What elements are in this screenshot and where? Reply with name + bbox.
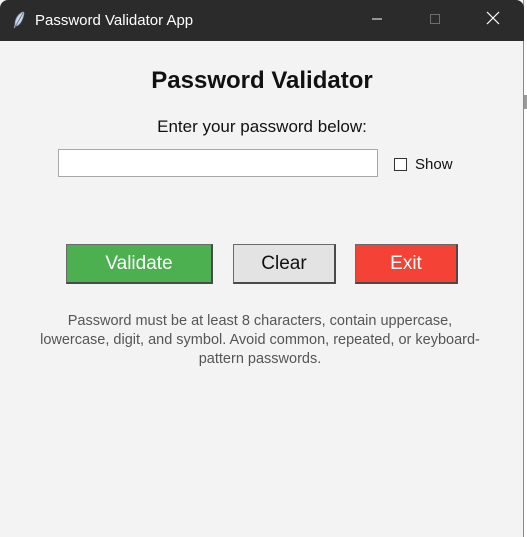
title-bar[interactable]: Password Validator App: [0, 0, 524, 41]
window-title: Password Validator App: [35, 12, 194, 29]
password-prompt-label: Enter your password below:: [157, 117, 367, 136]
app-window: Password Validator App Password Validato…: [0, 0, 524, 537]
maximize-icon: [429, 12, 441, 30]
validate-button[interactable]: Validate: [66, 244, 213, 284]
show-password-toggle[interactable]: Show: [394, 155, 453, 173]
minimize-button[interactable]: [348, 0, 406, 41]
page-title: Password Validator: [151, 67, 373, 94]
password-input[interactable]: [58, 149, 378, 177]
maximize-button[interactable]: [406, 0, 464, 41]
clear-button[interactable]: Clear: [233, 244, 336, 284]
close-icon: [486, 11, 500, 30]
password-requirements-text: Password must be at least 8 characters, …: [40, 313, 480, 367]
feather-icon: [12, 11, 26, 29]
minimize-icon: [371, 12, 383, 30]
show-checkbox[interactable]: [394, 157, 407, 171]
close-button[interactable]: [464, 0, 522, 41]
show-label: Show: [415, 155, 453, 173]
exit-button[interactable]: Exit: [355, 244, 458, 284]
